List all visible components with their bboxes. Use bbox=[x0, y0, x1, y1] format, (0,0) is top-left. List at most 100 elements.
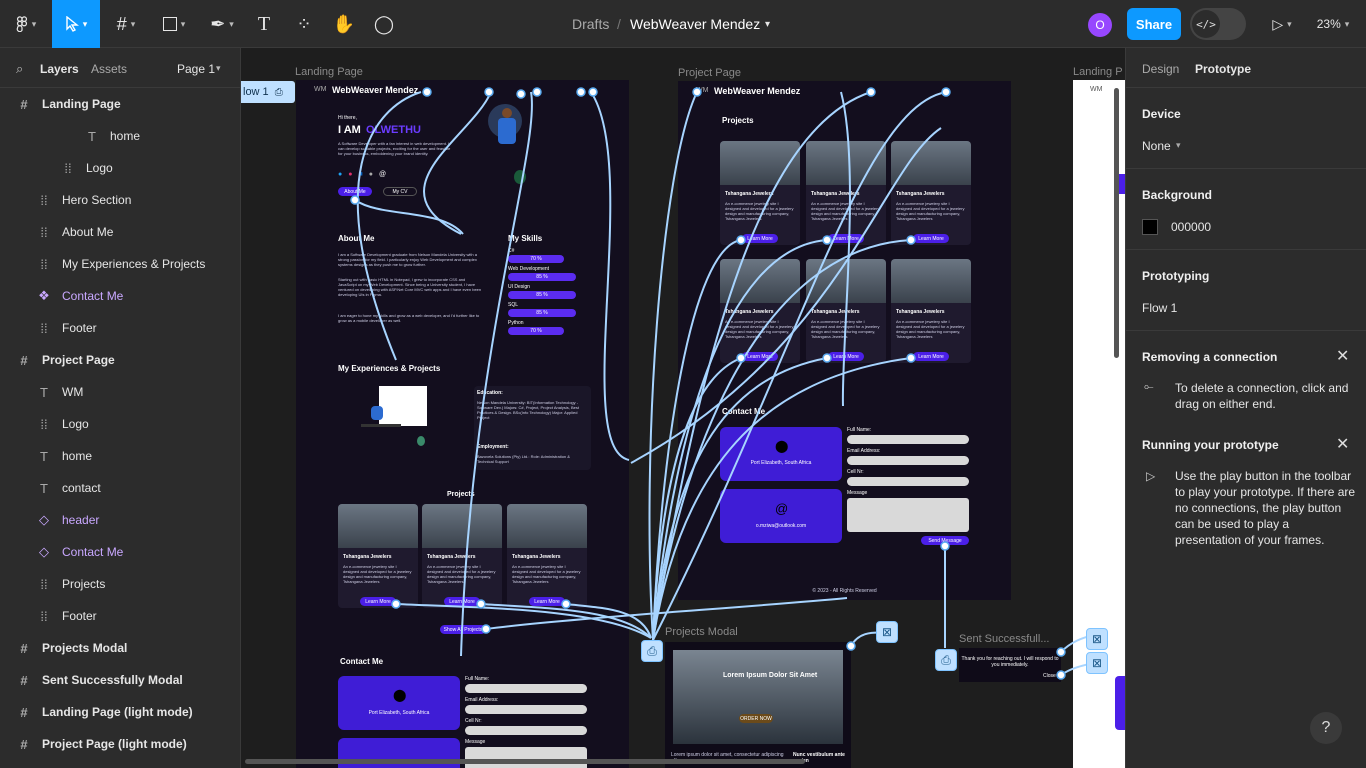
projects-modal-frame[interactable]: Lorem Ipsum Dolor Sit Amet ORDER NOW Lor… bbox=[665, 642, 851, 768]
help-button[interactable]: ? bbox=[1310, 712, 1342, 744]
layer-item[interactable]: ⁞⁞ Footer bbox=[0, 312, 240, 344]
form-input-message[interactable] bbox=[465, 747, 587, 768]
canvas[interactable]: Landing Page Project Page Landing P Proj… bbox=[241, 48, 1125, 768]
project-page-frame[interactable]: WM WebWeaver Mendez Projects Contact Me … bbox=[678, 81, 1011, 600]
learn-more-button[interactable]: Learn More bbox=[529, 597, 565, 606]
layer-item[interactable]: # Project Page (light mode) bbox=[0, 728, 240, 760]
chevron-down-icon[interactable]: ▾ bbox=[765, 19, 770, 30]
comment-tool[interactable]: ◯ bbox=[368, 0, 400, 48]
frame-label-modal[interactable]: Projects Modal bbox=[665, 626, 738, 638]
flow-item[interactable]: Flow 1 bbox=[1142, 301, 1177, 315]
layer-item[interactable]: ⁞⁞ Footer bbox=[0, 600, 240, 632]
layer-item[interactable]: # Landing Page bbox=[0, 88, 240, 120]
device-select[interactable]: None bbox=[1142, 139, 1171, 153]
send-message-button[interactable]: Send Message bbox=[921, 536, 969, 545]
close-icon[interactable]: ✕ bbox=[1336, 346, 1349, 366]
hand-tool[interactable]: ✋ bbox=[328, 0, 360, 48]
layer-item[interactable]: ◇ header bbox=[0, 504, 240, 536]
text-tool[interactable]: T bbox=[248, 0, 280, 48]
twitter-icon[interactable]: ● bbox=[338, 171, 342, 178]
learn-more-button[interactable]: Learn More bbox=[742, 352, 778, 361]
layer-item[interactable]: ⁞⁞ Logo bbox=[0, 408, 240, 440]
move-tool[interactable]: ▾ bbox=[52, 0, 100, 48]
close-overlay-handle[interactable]: ⊠ bbox=[1086, 628, 1108, 650]
learn-more-button[interactable]: Learn More bbox=[742, 234, 778, 243]
frame-label-landing-light[interactable]: Landing P bbox=[1073, 66, 1123, 78]
learn-more-button[interactable]: Learn More bbox=[360, 597, 396, 606]
learn-more-button[interactable]: Learn More bbox=[828, 352, 864, 361]
chevron-down-icon[interactable]: ▾ bbox=[216, 63, 221, 74]
pen-tool[interactable]: ✒ ▾ bbox=[200, 0, 244, 48]
about-me-button[interactable]: About Me bbox=[338, 187, 372, 196]
flow-starting-point[interactable]: low 1 ⎙ bbox=[241, 81, 295, 103]
tab-layers[interactable]: Layers bbox=[40, 62, 79, 76]
close-overlay-handle[interactable]: ⊠ bbox=[876, 621, 898, 643]
layer-item[interactable]: Thome bbox=[0, 440, 240, 472]
order-now-button[interactable]: ORDER NOW bbox=[739, 714, 773, 723]
horizontal-scrollbar[interactable] bbox=[245, 759, 805, 764]
github-icon[interactable]: ● bbox=[369, 171, 373, 178]
email-icon[interactable]: @ bbox=[379, 171, 386, 178]
skill-name: C# bbox=[508, 248, 515, 254]
breadcrumb-drafts[interactable]: Drafts bbox=[572, 16, 609, 32]
sent-modal-frame[interactable]: Thank you for reaching out. I will respo… bbox=[959, 648, 1061, 682]
background-value[interactable]: 000000 bbox=[1171, 220, 1211, 234]
landing-page-frame[interactable]: WM WebWeaver Mendez Hi there, I AM OLWET… bbox=[296, 80, 629, 768]
linkedin-icon[interactable]: ■ bbox=[358, 171, 362, 178]
form-input-name[interactable] bbox=[465, 684, 587, 693]
frame-label-sent[interactable]: Sent Successfull... bbox=[959, 633, 1050, 645]
layer-item[interactable]: ⁞⁞ My Experiences & Projects bbox=[0, 248, 240, 280]
layer-item[interactable]: T WM bbox=[0, 376, 240, 408]
layer-item[interactable]: ◇ Contact Me bbox=[0, 536, 240, 568]
main-menu-button[interactable]: ▾ bbox=[0, 0, 52, 48]
form-input-cell[interactable] bbox=[465, 726, 587, 735]
close-link[interactable]: Close bbox=[1043, 673, 1056, 679]
file-name[interactable]: WebWeaver Mendez bbox=[630, 16, 760, 32]
dev-mode-toggle[interactable]: </> bbox=[1190, 8, 1246, 40]
layer-item[interactable]: ⁞⁞ Projects bbox=[0, 568, 240, 600]
layer-item[interactable]: # Landing Page (light mode) bbox=[0, 696, 240, 728]
tab-prototype[interactable]: Prototype bbox=[1195, 62, 1251, 76]
layer-item[interactable]: Thome bbox=[0, 120, 240, 152]
vertical-scrollbar[interactable] bbox=[1114, 88, 1119, 358]
share-button[interactable]: Share bbox=[1127, 8, 1181, 40]
form-input-email[interactable] bbox=[847, 456, 969, 465]
sent-overlay-handle[interactable]: ⎙ bbox=[935, 649, 957, 671]
layer-item[interactable]: # Project Page bbox=[0, 344, 240, 376]
close-icon[interactable]: ✕ bbox=[1336, 434, 1349, 454]
my-cv-button[interactable]: My CV bbox=[383, 187, 417, 196]
form-input-name[interactable] bbox=[847, 435, 969, 444]
frame-tool[interactable]: # ▾ bbox=[104, 0, 148, 48]
shape-tool[interactable]: ▾ bbox=[152, 0, 196, 48]
layer-item[interactable]: ⁞⁞ About Me bbox=[0, 216, 240, 248]
frame-label-landing[interactable]: Landing Page bbox=[295, 66, 363, 78]
show-all-projects-button[interactable]: Show All Projects bbox=[440, 625, 486, 634]
chevron-down-icon[interactable]: ▾ bbox=[1176, 140, 1181, 151]
modal-overlay-handle[interactable]: ⎙ bbox=[641, 640, 663, 662]
layer-item[interactable]: ⁞⁞ Hero Section bbox=[0, 184, 240, 216]
layer-item[interactable]: # Projects Modal bbox=[0, 632, 240, 664]
learn-more-button[interactable]: Learn More bbox=[828, 234, 864, 243]
form-input-email[interactable] bbox=[465, 705, 587, 714]
present-button[interactable]: ▷ ▾ bbox=[1262, 0, 1302, 48]
instagram-icon[interactable]: ● bbox=[348, 171, 352, 178]
layer-item[interactable]: Tcontact bbox=[0, 472, 240, 504]
search-icon[interactable]: ⌕ bbox=[16, 61, 23, 77]
layer-item[interactable]: ⁞⁞ Logo bbox=[0, 152, 240, 184]
page-selector[interactable]: Page 1 bbox=[177, 62, 215, 76]
tab-design[interactable]: Design bbox=[1142, 62, 1179, 76]
resources-tool[interactable]: ⁘ bbox=[288, 0, 320, 48]
background-swatch[interactable] bbox=[1142, 219, 1158, 235]
learn-more-button[interactable]: Learn More bbox=[913, 352, 949, 361]
close-overlay-handle[interactable]: ⊠ bbox=[1086, 652, 1108, 674]
tab-assets[interactable]: Assets bbox=[91, 62, 127, 76]
layer-item[interactable]: # Sent Successfully Modal bbox=[0, 664, 240, 696]
form-input-message[interactable] bbox=[847, 498, 969, 532]
avatar[interactable]: O bbox=[1088, 13, 1112, 37]
frame-label-project[interactable]: Project Page bbox=[678, 67, 741, 79]
layer-item[interactable]: ❖ Contact Me bbox=[0, 280, 240, 312]
learn-more-button[interactable]: Learn More bbox=[913, 234, 949, 243]
form-input-cell[interactable] bbox=[847, 477, 969, 486]
zoom-control[interactable]: 23% ▾ bbox=[1308, 0, 1358, 48]
learn-more-button[interactable]: Learn More bbox=[444, 597, 480, 606]
